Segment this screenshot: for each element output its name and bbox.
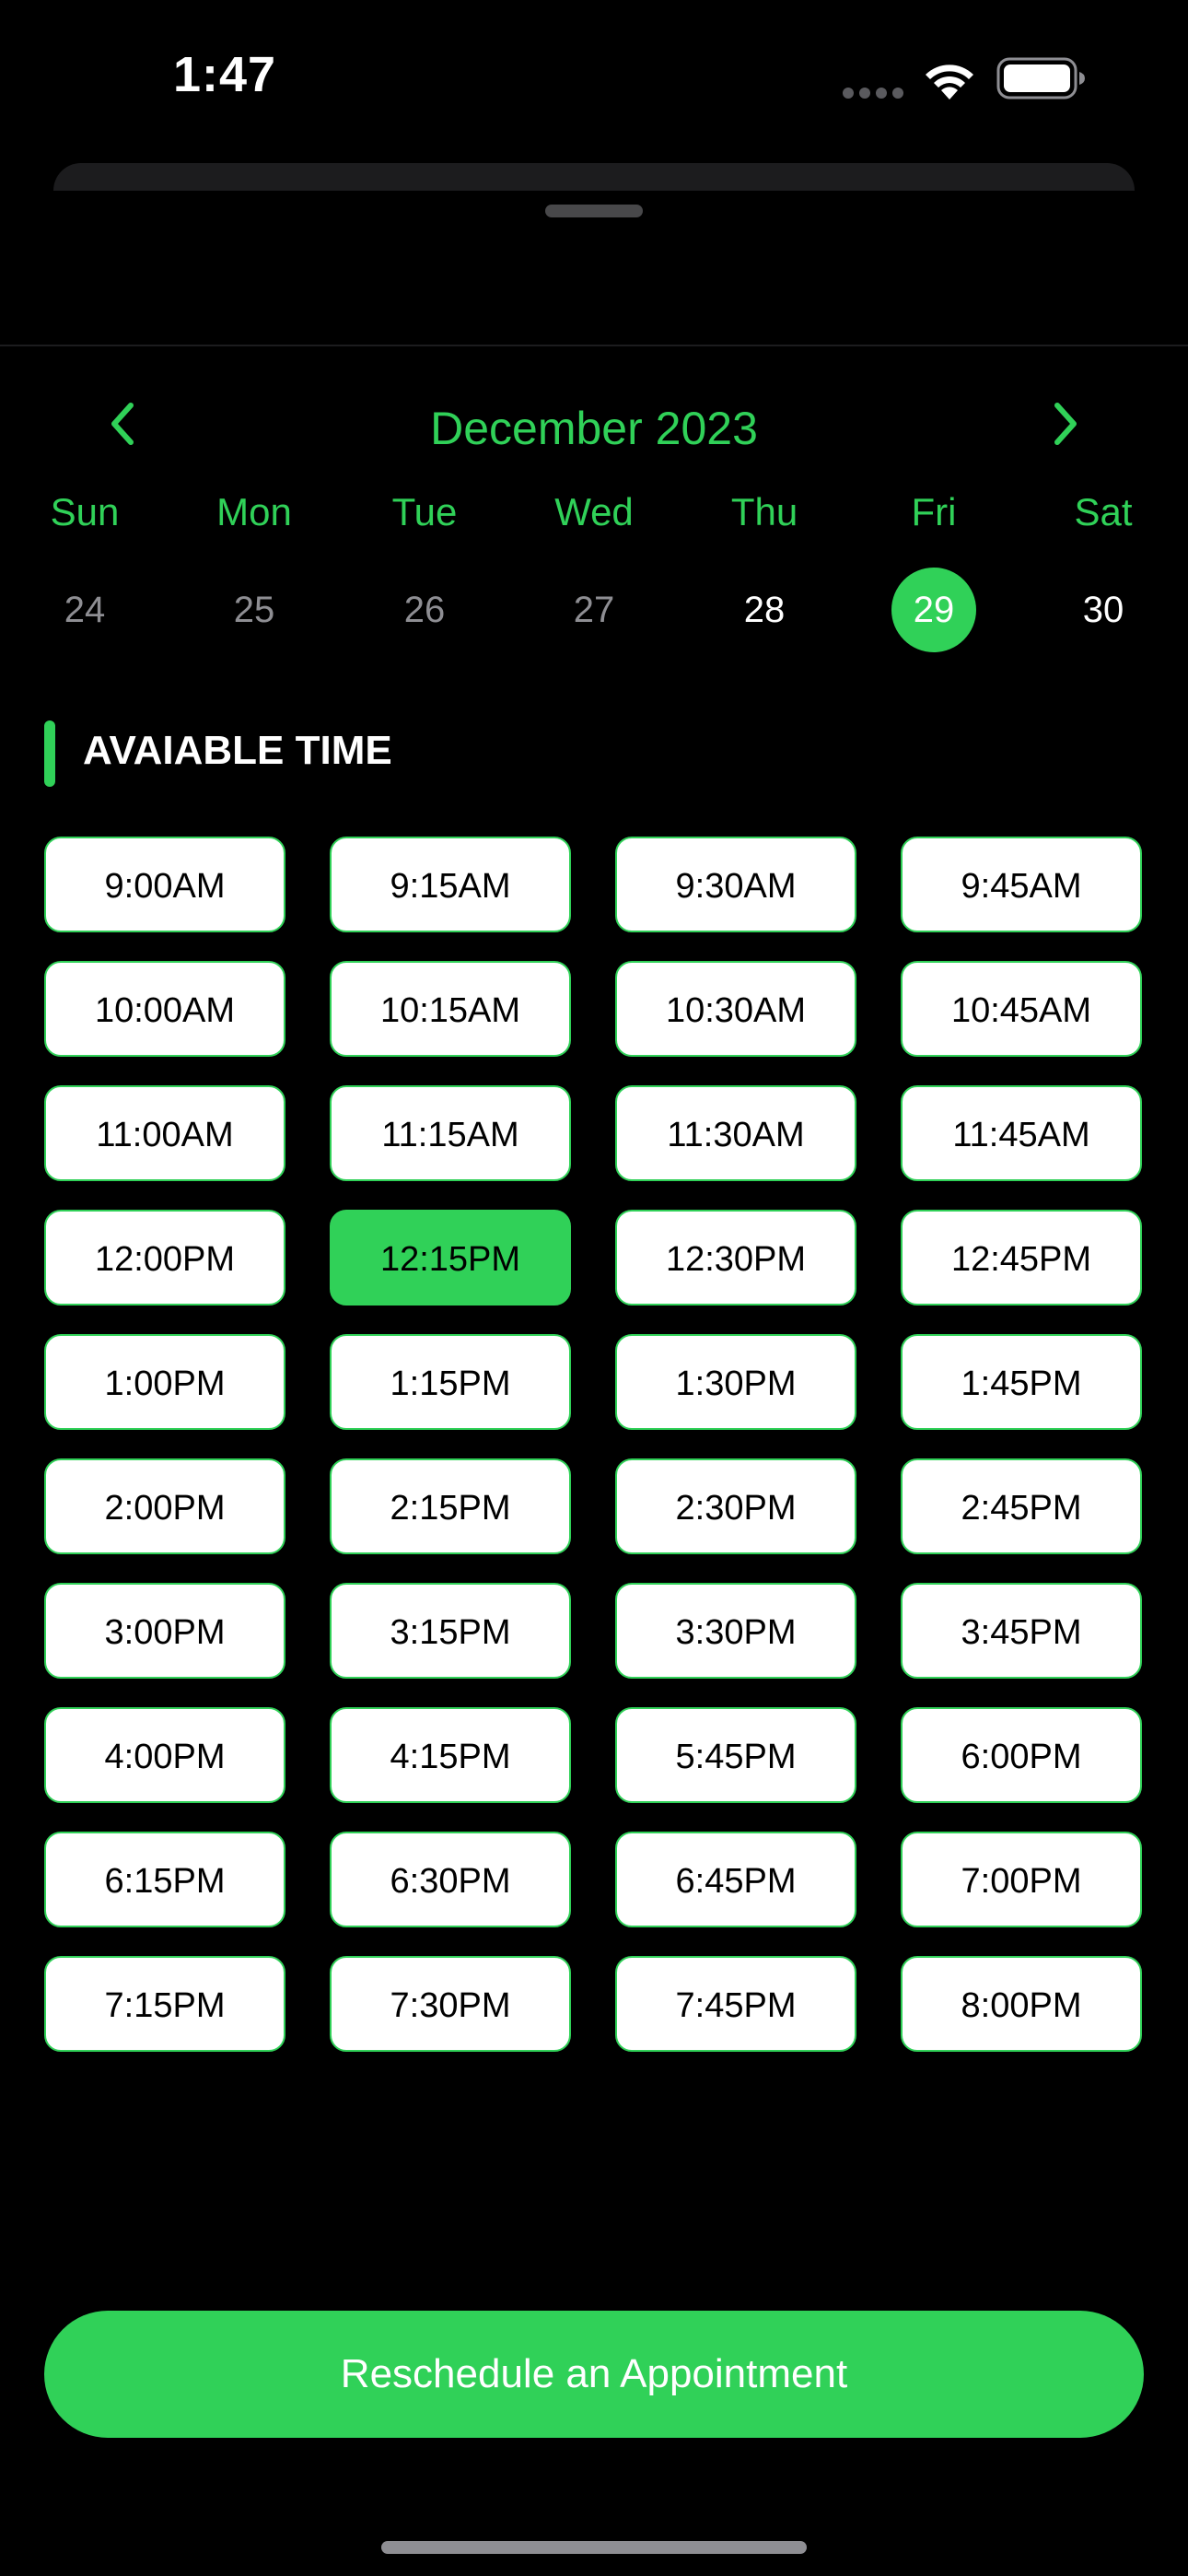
sheet-divider bbox=[0, 345, 1188, 346]
battery-icon bbox=[996, 57, 1085, 100]
weekday-header-row: Sun Mon Tue Wed Thu Fri Sat bbox=[0, 490, 1188, 549]
time-slot-button[interactable]: 3:45PM bbox=[901, 1583, 1142, 1679]
date-cell[interactable]: 26 bbox=[382, 568, 467, 652]
reschedule-button[interactable]: Reschedule an Appointment bbox=[44, 2311, 1144, 2438]
sheet-top-edge bbox=[53, 163, 1135, 191]
date-cell[interactable]: 30 bbox=[1061, 568, 1146, 652]
time-slot-button[interactable]: 3:30PM bbox=[615, 1583, 856, 1679]
signal-icon bbox=[843, 88, 903, 99]
date-cell[interactable]: 24 bbox=[42, 568, 127, 652]
time-slot-button[interactable]: 11:30AM bbox=[615, 1085, 856, 1181]
time-slot-button[interactable]: 11:15AM bbox=[330, 1085, 571, 1181]
time-slot-button[interactable]: 10:30AM bbox=[615, 961, 856, 1057]
time-slot-button[interactable]: 3:15PM bbox=[330, 1583, 571, 1679]
time-slot-button[interactable]: 11:45AM bbox=[901, 1085, 1142, 1181]
date-cell[interactable]: 25 bbox=[212, 568, 297, 652]
time-slot-button[interactable]: 1:30PM bbox=[615, 1334, 856, 1430]
time-slot-button[interactable]: 1:15PM bbox=[330, 1334, 571, 1430]
time-slot-button[interactable]: 11:00AM bbox=[44, 1085, 285, 1181]
weekday-sun: Sun bbox=[50, 490, 120, 533]
time-slot-button[interactable]: 6:15PM bbox=[44, 1832, 285, 1927]
weekday-fri: Fri bbox=[911, 490, 957, 533]
time-slot-button[interactable]: 12:00PM bbox=[44, 1210, 285, 1306]
home-indicator bbox=[381, 2541, 807, 2554]
time-slot-button[interactable]: 8:00PM bbox=[901, 1956, 1142, 2052]
time-slot-button[interactable]: 7:45PM bbox=[615, 1956, 856, 2052]
time-slot-button[interactable]: 4:00PM bbox=[44, 1707, 285, 1803]
time-slot-button[interactable]: 10:45AM bbox=[901, 961, 1142, 1057]
wifi-icon bbox=[926, 64, 973, 100]
available-time-title: AVAIABLE TIME bbox=[83, 728, 392, 773]
time-slot-button[interactable]: 2:00PM bbox=[44, 1458, 285, 1554]
section-accent-bar bbox=[44, 720, 55, 787]
sheet-grabber[interactable] bbox=[545, 205, 643, 217]
time-slot-button[interactable]: 1:45PM bbox=[901, 1334, 1142, 1430]
weekday-thu: Thu bbox=[730, 490, 798, 533]
time-slot-button[interactable]: 12:45PM bbox=[901, 1210, 1142, 1306]
time-slot-button[interactable]: 4:15PM bbox=[330, 1707, 571, 1803]
week-date-row: 24 25 26 27 28 29 30 bbox=[0, 564, 1188, 656]
time-slot-button[interactable]: 1:00PM bbox=[44, 1334, 285, 1430]
time-slot-button[interactable]: 9:45AM bbox=[901, 837, 1142, 932]
time-slot-button[interactable]: 10:15AM bbox=[330, 961, 571, 1057]
chevron-right-icon[interactable] bbox=[1039, 394, 1094, 453]
time-slot-button[interactable]: 10:00AM bbox=[44, 961, 285, 1057]
time-slot-button[interactable]: 6:45PM bbox=[615, 1832, 856, 1927]
date-cell[interactable]: 27 bbox=[552, 568, 636, 652]
time-slot-button[interactable]: 7:00PM bbox=[901, 1832, 1142, 1927]
time-slot-button[interactable]: 5:45PM bbox=[615, 1707, 856, 1803]
time-slot-button[interactable]: 12:30PM bbox=[615, 1210, 856, 1306]
weekday-sat: Sat bbox=[1074, 490, 1133, 533]
time-slot-button[interactable]: 3:00PM bbox=[44, 1583, 285, 1679]
status-time: 1:47 bbox=[173, 47, 277, 102]
time-slot-button[interactable]: 9:15AM bbox=[330, 837, 571, 932]
time-slot-grid: 9:00AM 9:15AM 9:30AM 9:45AM 10:00AM 10:15AM 10… bbox=[44, 837, 1144, 2052]
time-slot-button[interactable]: 9:00AM bbox=[44, 837, 285, 932]
weekday-mon: Mon bbox=[216, 490, 292, 533]
weekday-tue: Tue bbox=[391, 490, 458, 533]
date-cell-selected[interactable]: 29 bbox=[891, 568, 976, 652]
date-cell[interactable]: 28 bbox=[722, 568, 807, 652]
time-slot-button[interactable]: 6:00PM bbox=[901, 1707, 1142, 1803]
weekday-wed: Wed bbox=[554, 490, 634, 533]
time-slot-button[interactable]: 6:30PM bbox=[330, 1832, 571, 1927]
time-slot-button[interactable]: 7:30PM bbox=[330, 1956, 571, 2052]
month-title: December 2023 bbox=[430, 403, 758, 454]
time-slot-button[interactable]: 2:15PM bbox=[330, 1458, 571, 1554]
time-slot-button[interactable]: 7:15PM bbox=[44, 1956, 285, 2052]
time-slot-button[interactable]: 12:15PM bbox=[330, 1210, 571, 1306]
time-slot-button[interactable]: 9:30AM bbox=[615, 837, 856, 932]
time-slot-button[interactable]: 2:45PM bbox=[901, 1458, 1142, 1554]
time-slot-button[interactable]: 2:30PM bbox=[615, 1458, 856, 1554]
